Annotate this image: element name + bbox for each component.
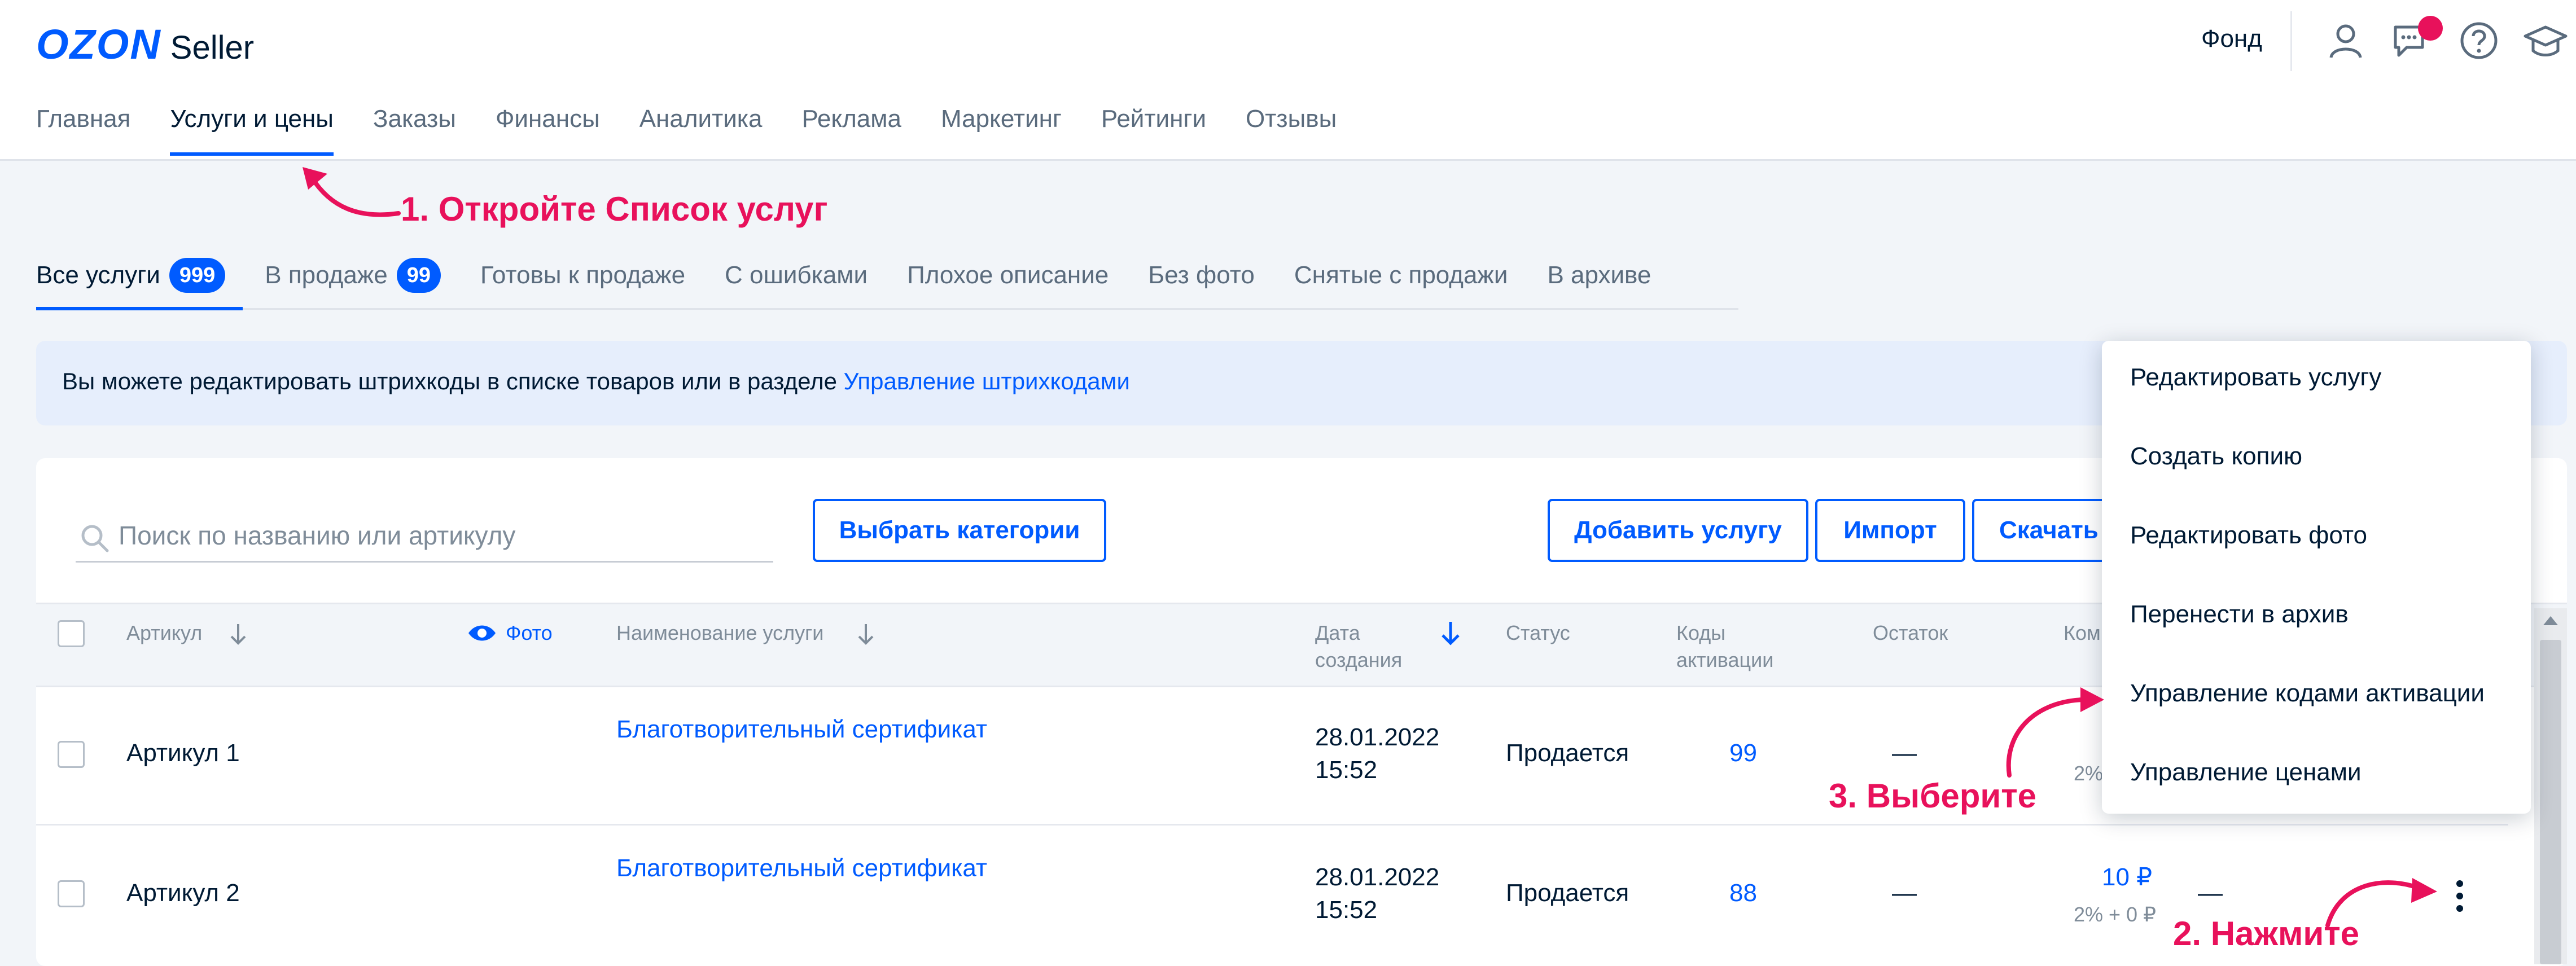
column-codes-line1[interactable]: Коды — [1676, 620, 1725, 647]
nav-item-ads[interactable]: Реклама — [802, 105, 902, 156]
sort-arrow-icon[interactable] — [855, 622, 877, 647]
tab-all-services[interactable]: Все услуги 999 — [36, 255, 226, 296]
menu-item-edit-service[interactable]: Редактировать услугу — [2130, 363, 2381, 392]
row-checkbox[interactable] — [58, 741, 85, 768]
menu-item-activation-codes[interactable]: Управление кодами активации — [2130, 679, 2485, 708]
column-date-line2[interactable]: создания — [1315, 647, 1402, 674]
tab-label: Все услуги — [36, 261, 160, 289]
tab-label: В продаже — [265, 261, 388, 289]
row-activation-codes-link[interactable]: 99 — [1729, 737, 1757, 770]
tabs-divider — [36, 308, 1738, 310]
row-date: 28.01.2022 — [1315, 863, 1440, 891]
row-actions-menu: Редактировать услугу Создать копию Редак… — [2102, 341, 2531, 814]
column-commission[interactable]: Ком — [2064, 620, 2101, 647]
tab-no-photo[interactable]: Без фото — [1148, 255, 1255, 296]
active-tab-indicator — [36, 307, 243, 310]
education-icon[interactable] — [2523, 20, 2568, 61]
banner-text: Вы можете редактировать штрихкоды в спис… — [62, 368, 1130, 395]
row-article: Артикул 2 — [126, 879, 240, 907]
row-status: Продается — [1506, 739, 1629, 767]
banner-message: Вы можете редактировать штрихкоды в спис… — [62, 368, 844, 394]
tab-bad-description[interactable]: Плохое описание — [907, 255, 1109, 296]
column-stock[interactable]: Остаток — [1873, 620, 1948, 647]
nav-item-marketing[interactable]: Маркетинг — [941, 105, 1062, 156]
scrollbar-thumb[interactable] — [2540, 640, 2561, 964]
more-options-icon[interactable] — [2447, 878, 2472, 914]
nav-item-analytics[interactable]: Аналитика — [639, 105, 763, 156]
tab-removed[interactable]: Снятые с продажи — [1294, 255, 1508, 296]
menu-item-move-to-archive[interactable]: Перенести в архив — [2130, 600, 2349, 629]
tab-with-errors[interactable]: С ошибками — [725, 255, 868, 296]
column-date-line1[interactable]: Дата — [1315, 620, 1360, 647]
add-service-button[interactable]: Добавить услугу — [1548, 499, 1808, 562]
row-extra-value: — — [2198, 879, 2223, 907]
row-article: Артикул 1 — [126, 739, 240, 767]
tab-ready-for-sale[interactable]: Готовы к продаже — [480, 255, 685, 296]
column-photo[interactable]: Фото — [506, 620, 553, 647]
search-underline — [76, 561, 773, 563]
nav-item-home[interactable]: Главная — [36, 105, 130, 156]
row-status: Продается — [1506, 879, 1629, 907]
sort-arrow-active-icon[interactable] — [1438, 620, 1463, 647]
search-icon — [81, 525, 109, 552]
tab-on-sale[interactable]: В продаже 99 — [265, 255, 441, 296]
fund-selector[interactable]: Фонд — [2201, 25, 2262, 53]
row-price-link[interactable]: 10 ₽ — [2102, 861, 2152, 894]
column-service-name[interactable]: Наименование услуги — [616, 620, 823, 647]
row-service-name-link[interactable]: Благотворительный сертификат — [616, 852, 987, 885]
main-nav: Главная Услуги и цены Заказы Финансы Ана… — [36, 105, 1376, 156]
logo-ozon-text: OZON — [36, 21, 161, 68]
tab-archive[interactable]: В архиве — [1547, 255, 1651, 296]
count-badge: 99 — [396, 258, 441, 293]
row-service-name-link[interactable]: Благотворительный сертификат — [616, 713, 987, 746]
help-icon[interactable] — [2459, 20, 2499, 61]
column-status[interactable]: Статус — [1506, 620, 1570, 647]
column-codes-line2[interactable]: активации — [1676, 647, 1773, 674]
nav-item-reviews[interactable]: Отзывы — [1246, 105, 1337, 156]
import-button[interactable]: Импорт — [1815, 499, 1965, 562]
annotation-arrow-icon — [2006, 687, 2104, 778]
row-time: 15:52 — [1315, 896, 1378, 924]
menu-item-edit-photo[interactable]: Редактировать фото — [2130, 521, 2367, 550]
status-tabs: Все услуги 999 В продаже 99 Готовы к про… — [36, 255, 1690, 296]
nav-item-orders[interactable]: Заказы — [373, 105, 456, 156]
choose-categories-button[interactable]: Выбрать категории — [813, 499, 1106, 562]
annotation-arrow-icon — [303, 167, 401, 217]
select-all-checkbox[interactable] — [58, 620, 85, 647]
user-icon[interactable] — [2325, 20, 2366, 61]
ozon-seller-logo[interactable]: OZON Seller — [36, 20, 255, 68]
nav-item-ratings[interactable]: Рейтинги — [1101, 105, 1206, 156]
row-divider — [36, 824, 2508, 826]
nav-item-services-prices[interactable]: Услуги и цены — [170, 105, 334, 156]
column-article[interactable]: Артикул — [126, 620, 202, 647]
header-divider — [2290, 11, 2292, 71]
row-activation-codes-link[interactable]: 88 — [1729, 877, 1757, 910]
menu-item-create-copy[interactable]: Создать копию — [2130, 442, 2302, 471]
logo-seller-text: Seller — [170, 29, 255, 66]
notification-dot-icon — [2418, 16, 2443, 41]
menu-item-price-management[interactable]: Управление ценами — [2130, 758, 2362, 787]
row-date: 28.01.2022 — [1315, 723, 1440, 751]
search-input[interactable] — [117, 518, 769, 553]
annotation-step2: 2. Нажмите — [2173, 915, 2359, 952]
scroll-up-icon[interactable] — [2540, 612, 2561, 629]
sort-arrow-icon[interactable] — [227, 622, 249, 647]
annotation-step3: 3. Выберите — [1829, 777, 2036, 815]
barcode-management-link[interactable]: Управление штрихкодами — [844, 368, 1130, 394]
eye-icon[interactable] — [466, 621, 498, 646]
row-stock: — — [1892, 879, 1917, 907]
nav-item-finance[interactable]: Финансы — [496, 105, 600, 156]
count-badge: 999 — [169, 258, 226, 293]
row-time: 15:52 — [1315, 756, 1378, 784]
row-stock: — — [1892, 739, 1917, 767]
row-commission-sub: 2% + 0 ₽ — [2074, 903, 2156, 926]
annotation-step1: 1. Откройте Список услуг — [401, 190, 828, 228]
row-checkbox[interactable] — [58, 880, 85, 907]
